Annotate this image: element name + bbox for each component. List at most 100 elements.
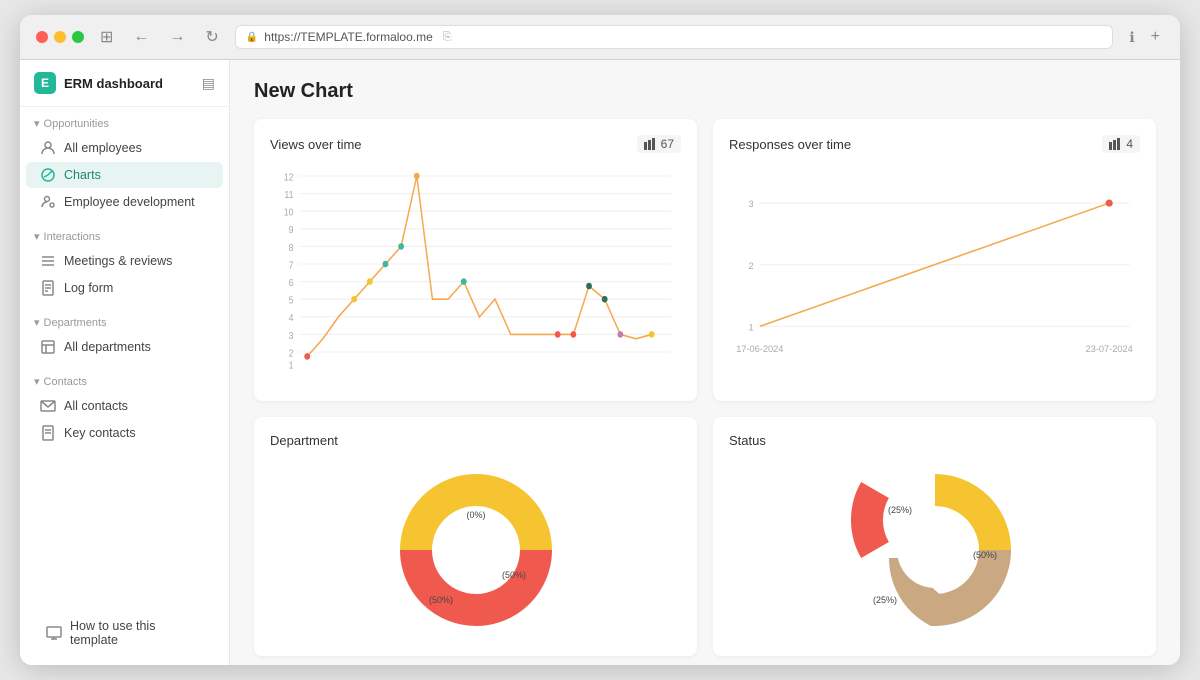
sidebar-item-label: All contacts xyxy=(64,399,128,413)
sidebar-item-label: All departments xyxy=(64,340,151,354)
sidebar-toggle-button[interactable]: ⊞ xyxy=(96,25,117,49)
line-chart-views: 12 11 10 9 8 7 6 5 4 3 2 1 xyxy=(270,165,681,385)
lock-icon: 🔒 xyxy=(246,32,258,43)
svg-text:12: 12 xyxy=(284,172,294,183)
badge-count-responses: 4 xyxy=(1126,137,1133,151)
maximize-button[interactable] xyxy=(72,31,84,43)
sidebar-section-departments: ▾ Departments All departments xyxy=(20,306,229,365)
mail-icon xyxy=(40,398,56,414)
sidebar-item-label: Employee development xyxy=(64,195,195,209)
sidebar-item-label: All employees xyxy=(64,141,142,155)
list-icon xyxy=(40,253,56,269)
chart-badge-responses: 4 xyxy=(1102,135,1140,153)
svg-text:(50%): (50%) xyxy=(972,550,996,560)
reload-button[interactable]: ↻ xyxy=(201,25,222,49)
copy-link-icon[interactable]: ⎘ xyxy=(443,31,452,44)
person-icon xyxy=(40,140,56,156)
svg-text:(50%): (50%) xyxy=(501,570,525,580)
chart-title-responses: Responses over time xyxy=(729,137,851,152)
chart-card-department: Department (50%) xyxy=(254,417,697,656)
opportunities-section-title: ▾ Opportunities xyxy=(20,117,229,134)
svg-text:11: 11 xyxy=(284,190,293,201)
chart-title-status: Status xyxy=(729,433,766,448)
svg-text:(0%): (0%) xyxy=(466,510,485,520)
svg-text:1: 1 xyxy=(289,360,294,371)
sidebar-item-all-employees[interactable]: All employees xyxy=(26,135,223,161)
sidebar-item-label: Key contacts xyxy=(64,426,136,440)
new-tab-button[interactable]: + xyxy=(1147,26,1164,48)
charts-grid: Views over time 67 xyxy=(254,119,1156,656)
departments-section-title: ▾ Departments xyxy=(20,316,229,333)
chevron-down-icon: ▾ xyxy=(34,375,40,388)
sidebar-section-opportunities: ▾ Opportunities All employees xyxy=(20,107,229,220)
url-text: https://TEMPLATE.formaloo.me xyxy=(264,30,433,44)
sidebar-item-label: How to use this template xyxy=(70,619,203,647)
traffic-lights xyxy=(36,31,84,43)
chart-title-views: Views over time xyxy=(270,137,362,152)
chevron-down-icon: ▾ xyxy=(34,117,40,130)
sidebar-item-log-form[interactable]: Log form xyxy=(26,275,223,301)
file-icon xyxy=(40,280,56,296)
sidebar-item-label: Charts xyxy=(64,168,101,182)
forward-button[interactable]: → xyxy=(165,26,189,48)
chart-icon xyxy=(40,167,56,183)
svg-text:5: 5 xyxy=(289,295,294,306)
sidebar: E ERM dashboard ▤ ▾ Opportunities All em… xyxy=(20,60,230,665)
chart-title-department: Department xyxy=(270,433,338,448)
svg-text:2: 2 xyxy=(289,348,294,359)
svg-text:(25%): (25%) xyxy=(872,595,896,605)
chart-header-department: Department xyxy=(270,433,681,448)
svg-text:1: 1 xyxy=(749,322,754,332)
chart-card-views: Views over time 67 xyxy=(254,119,697,401)
chevron-down-icon: ▾ xyxy=(34,230,40,243)
layout-toggle-button[interactable]: ▤ xyxy=(202,75,215,92)
back-button[interactable]: ← xyxy=(129,26,153,48)
chart-header-status: Status xyxy=(729,433,1140,448)
sidebar-item-all-contacts[interactable]: All contacts xyxy=(26,393,223,419)
url-bar[interactable]: 🔒 https://TEMPLATE.formaloo.me ⎘ xyxy=(235,25,1114,49)
sidebar-item-employee-development[interactable]: Employee development xyxy=(26,189,223,215)
table-icon xyxy=(40,339,56,355)
sidebar-item-label: Log form xyxy=(64,281,113,295)
badge-count-views: 67 xyxy=(661,137,674,151)
minimize-button[interactable] xyxy=(54,31,66,43)
svg-text:2: 2 xyxy=(749,261,754,271)
monitor-icon xyxy=(46,625,62,641)
bar-chart2-icon xyxy=(1109,138,1121,150)
sidebar-item-key-contacts[interactable]: Key contacts xyxy=(26,420,223,446)
svg-text:(25%): (25%) xyxy=(887,505,911,515)
browser-actions: ℹ + xyxy=(1125,26,1164,48)
sidebar-item-meetings[interactable]: Meetings & reviews xyxy=(26,248,223,274)
chart-card-status: Status xyxy=(713,417,1156,656)
main-content: New Chart Views over time 67 xyxy=(230,60,1180,665)
page-title: New Chart xyxy=(254,80,1156,103)
chart-card-responses: Responses over time 4 xyxy=(713,119,1156,401)
person-gear-icon xyxy=(40,194,56,210)
sidebar-item-charts[interactable]: Charts xyxy=(26,162,223,188)
sidebar-item-all-departments[interactable]: All departments xyxy=(26,334,223,360)
browser-window: ⊞ ← → ↻ 🔒 https://TEMPLATE.formaloo.me ⎘… xyxy=(20,15,1180,665)
donut-chart-status: (25%) (50%) (25%) xyxy=(729,460,1140,640)
close-button[interactable] xyxy=(36,31,48,43)
sidebar-section-contacts: ▾ Contacts All contacts K xyxy=(20,365,229,451)
svg-text:3: 3 xyxy=(749,199,754,209)
app-layout: E ERM dashboard ▤ ▾ Opportunities All em… xyxy=(20,60,1180,665)
chart-header-responses: Responses over time 4 xyxy=(729,135,1140,153)
chart-badge-views: 67 xyxy=(637,135,681,153)
svg-text:7: 7 xyxy=(289,260,294,271)
donut-chart-department: (50%) (50%) (0%) xyxy=(270,460,681,640)
browser-chrome: ⊞ ← → ↻ 🔒 https://TEMPLATE.formaloo.me ⎘… xyxy=(20,15,1180,60)
svg-text:23-07-2024: 23-07-2024 xyxy=(1086,344,1133,354)
sidebar-section-interactions: ▾ Interactions Meetings & reviews xyxy=(20,220,229,306)
svg-text:3: 3 xyxy=(289,330,294,341)
info-button[interactable]: ℹ xyxy=(1125,26,1138,48)
svg-text:(50%): (50%) xyxy=(428,595,452,605)
svg-text:4: 4 xyxy=(289,313,294,324)
sidebar-item-label: Meetings & reviews xyxy=(64,254,172,268)
contacts-section-title: ▾ Contacts xyxy=(20,375,229,392)
sidebar-header: E ERM dashboard ▤ xyxy=(20,60,229,107)
svg-text:6: 6 xyxy=(289,278,294,289)
chart-header-views: Views over time 67 xyxy=(270,135,681,153)
sidebar-item-how-to-use[interactable]: How to use this template xyxy=(32,614,217,652)
file2-icon xyxy=(40,425,56,441)
